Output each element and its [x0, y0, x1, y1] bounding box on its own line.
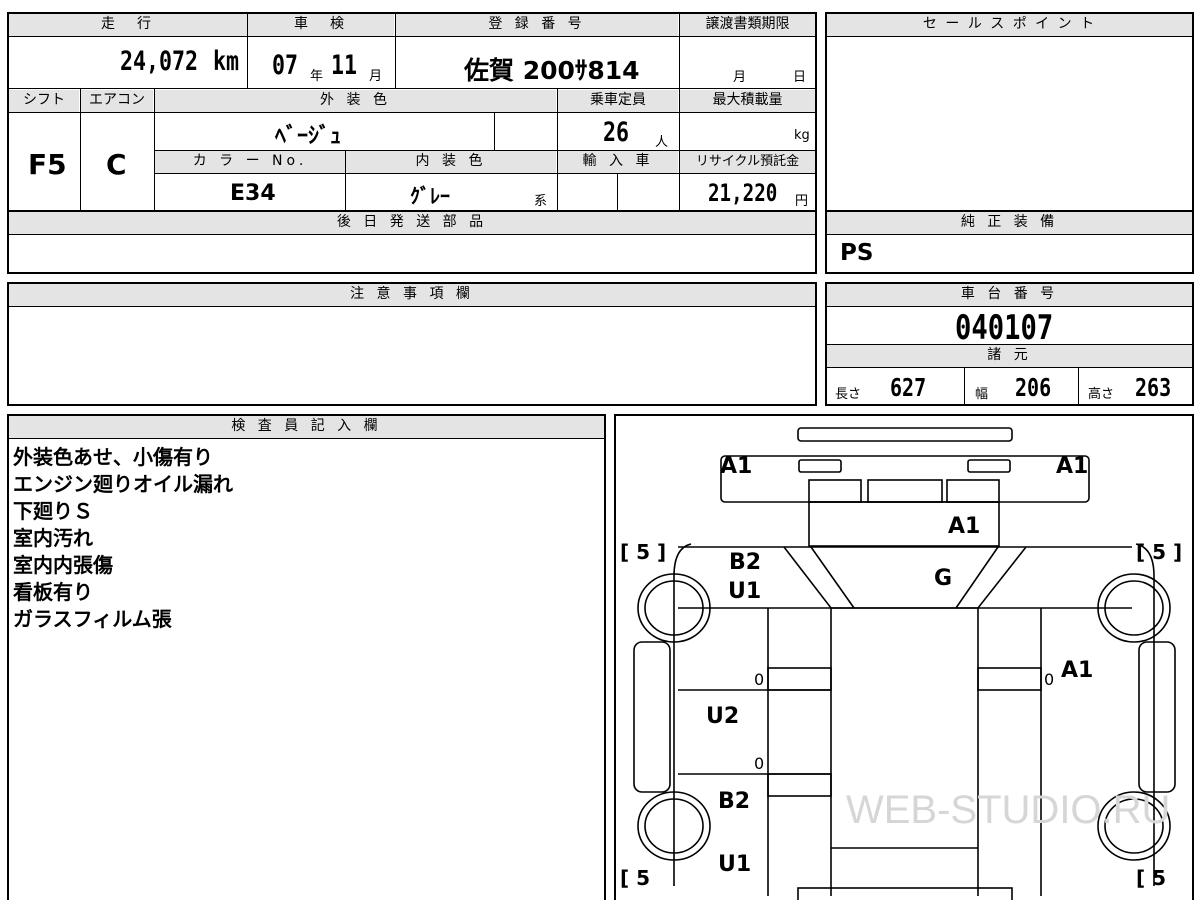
tire-label-rear-right: [ 5	[1136, 866, 1167, 890]
note-line: エンジン廻りオイル漏れ	[13, 472, 233, 496]
transfer-day-unit: 日	[793, 70, 807, 85]
mark-left-rear-under: U1	[718, 852, 752, 877]
caution-header: 注 意 事 項 欄	[9, 284, 815, 306]
tire-label-front-left: [ 5 ]	[620, 540, 667, 564]
tire-label-rear-left: [ 5	[620, 866, 651, 890]
interior-color-header: 内 装 色	[346, 151, 556, 173]
mileage-header: 走 行	[9, 14, 247, 36]
mark-front-center: A1	[948, 514, 981, 539]
note-line: 室内内張傷	[13, 553, 113, 577]
ac-value: C	[106, 148, 127, 181]
sales-point-header: セ ー ル ス ポ イ ン ト	[827, 14, 1192, 36]
max-load-header: 最大積載量	[680, 90, 815, 112]
chassis-value: 040107	[955, 308, 1054, 348]
inspector-header: 検 査 員 記 入 欄	[9, 416, 604, 438]
transfer-deadline-header: 譲渡書類期限	[680, 14, 815, 36]
mileage-value: 24,072	[120, 46, 199, 77]
transfer-month-unit: 月	[733, 70, 747, 85]
capacity-unit: 人	[655, 135, 669, 150]
mark-zero: 0	[1044, 670, 1055, 689]
note-line: 外装色あせ、小傷有り	[13, 445, 213, 469]
chassis-header: 車 台 番 号	[827, 284, 1192, 306]
mark-zero: 0	[754, 670, 765, 689]
tire-label-front-right: [ 5 ]	[1136, 540, 1183, 564]
inspection-month-unit: 月	[369, 69, 383, 84]
note-line: 看板有り	[13, 580, 93, 604]
exterior-color-header: 外 装 色	[155, 90, 556, 112]
mark-left-rear: B2	[718, 789, 751, 814]
recycle-unit: 円	[795, 194, 809, 209]
recycle-value: 21,220	[708, 179, 778, 207]
length-value: 627	[890, 373, 927, 402]
mark-left-front: B2	[729, 550, 762, 575]
note-line: ガラスフィルム張	[13, 607, 172, 631]
mark-right-side: A1	[1061, 658, 1094, 683]
registration-value: 佐賀 200ｻ814	[464, 56, 640, 85]
sales-point-box	[825, 12, 1194, 212]
recycle-header: リサイクル預託金	[680, 151, 815, 173]
inspector-notes: 外装色あせ、小傷有り エンジン廻りオイル漏れ 下廻りＳ 室内汚れ 室内内張傷 看…	[13, 444, 233, 633]
inspection-year-unit: 年	[310, 69, 324, 84]
inspection-month: 11	[331, 50, 358, 81]
capacity-header: 乗車定員	[558, 90, 678, 112]
inspection-year: 07	[272, 50, 299, 81]
height-value: 263	[1135, 373, 1172, 402]
length-label: 長さ	[835, 387, 862, 402]
mark-left-front-under: U1	[728, 579, 762, 604]
interior-color-suffix: 系	[534, 194, 548, 209]
color-no-value: E34	[230, 181, 276, 206]
color-no-header: カ ラ ー No.	[155, 151, 345, 173]
mark-windshield: G	[934, 566, 953, 591]
note-line: 室内汚れ	[13, 526, 93, 550]
max-load-unit: kg	[794, 128, 810, 143]
capacity-value: 26	[603, 117, 630, 148]
width-label: 幅	[975, 387, 989, 402]
exterior-color-value: ﾍﾞｰｼﾞｭ	[275, 124, 342, 149]
height-label: 高さ	[1088, 387, 1115, 402]
mark-zero: 0	[754, 754, 765, 773]
genuine-equipment-header: 純 正 装 備	[827, 212, 1192, 234]
note-line: 下廻りＳ	[13, 499, 93, 523]
import-header: 輸 入 車	[558, 151, 678, 173]
genuine-equipment-value: PS	[840, 240, 874, 266]
shift-value: F5	[28, 148, 67, 181]
mark-front-right: A1	[1056, 454, 1089, 479]
registration-header: 登 録 番 号	[396, 14, 678, 36]
specs-header: 諸 元	[827, 345, 1192, 367]
inspector-box: 検 査 員 記 入 欄 外装色あせ、小傷有り エンジン廻りオイル漏れ 下廻りＳ …	[7, 414, 606, 900]
watermark: WEB-STUDIO.RU	[846, 788, 1171, 832]
mark-front-left: A1	[720, 454, 753, 479]
width-value: 206	[1015, 373, 1052, 402]
mileage-unit: km	[213, 46, 240, 77]
mark-left-middle: U2	[706, 704, 740, 729]
vehicle-diagram: A1 A1 A1 B2 U1 G A1 U2 B2 U1 0 0 0 [ 5 ]…	[614, 414, 1194, 900]
inspection-header: 車 検	[248, 14, 394, 36]
ac-header: エアコン	[81, 90, 153, 112]
interior-color-value: ｸﾞﾚｰ	[410, 184, 450, 208]
later-parts-header: 後 日 発 送 部 品	[9, 212, 815, 234]
shift-header: シフト	[9, 90, 79, 112]
